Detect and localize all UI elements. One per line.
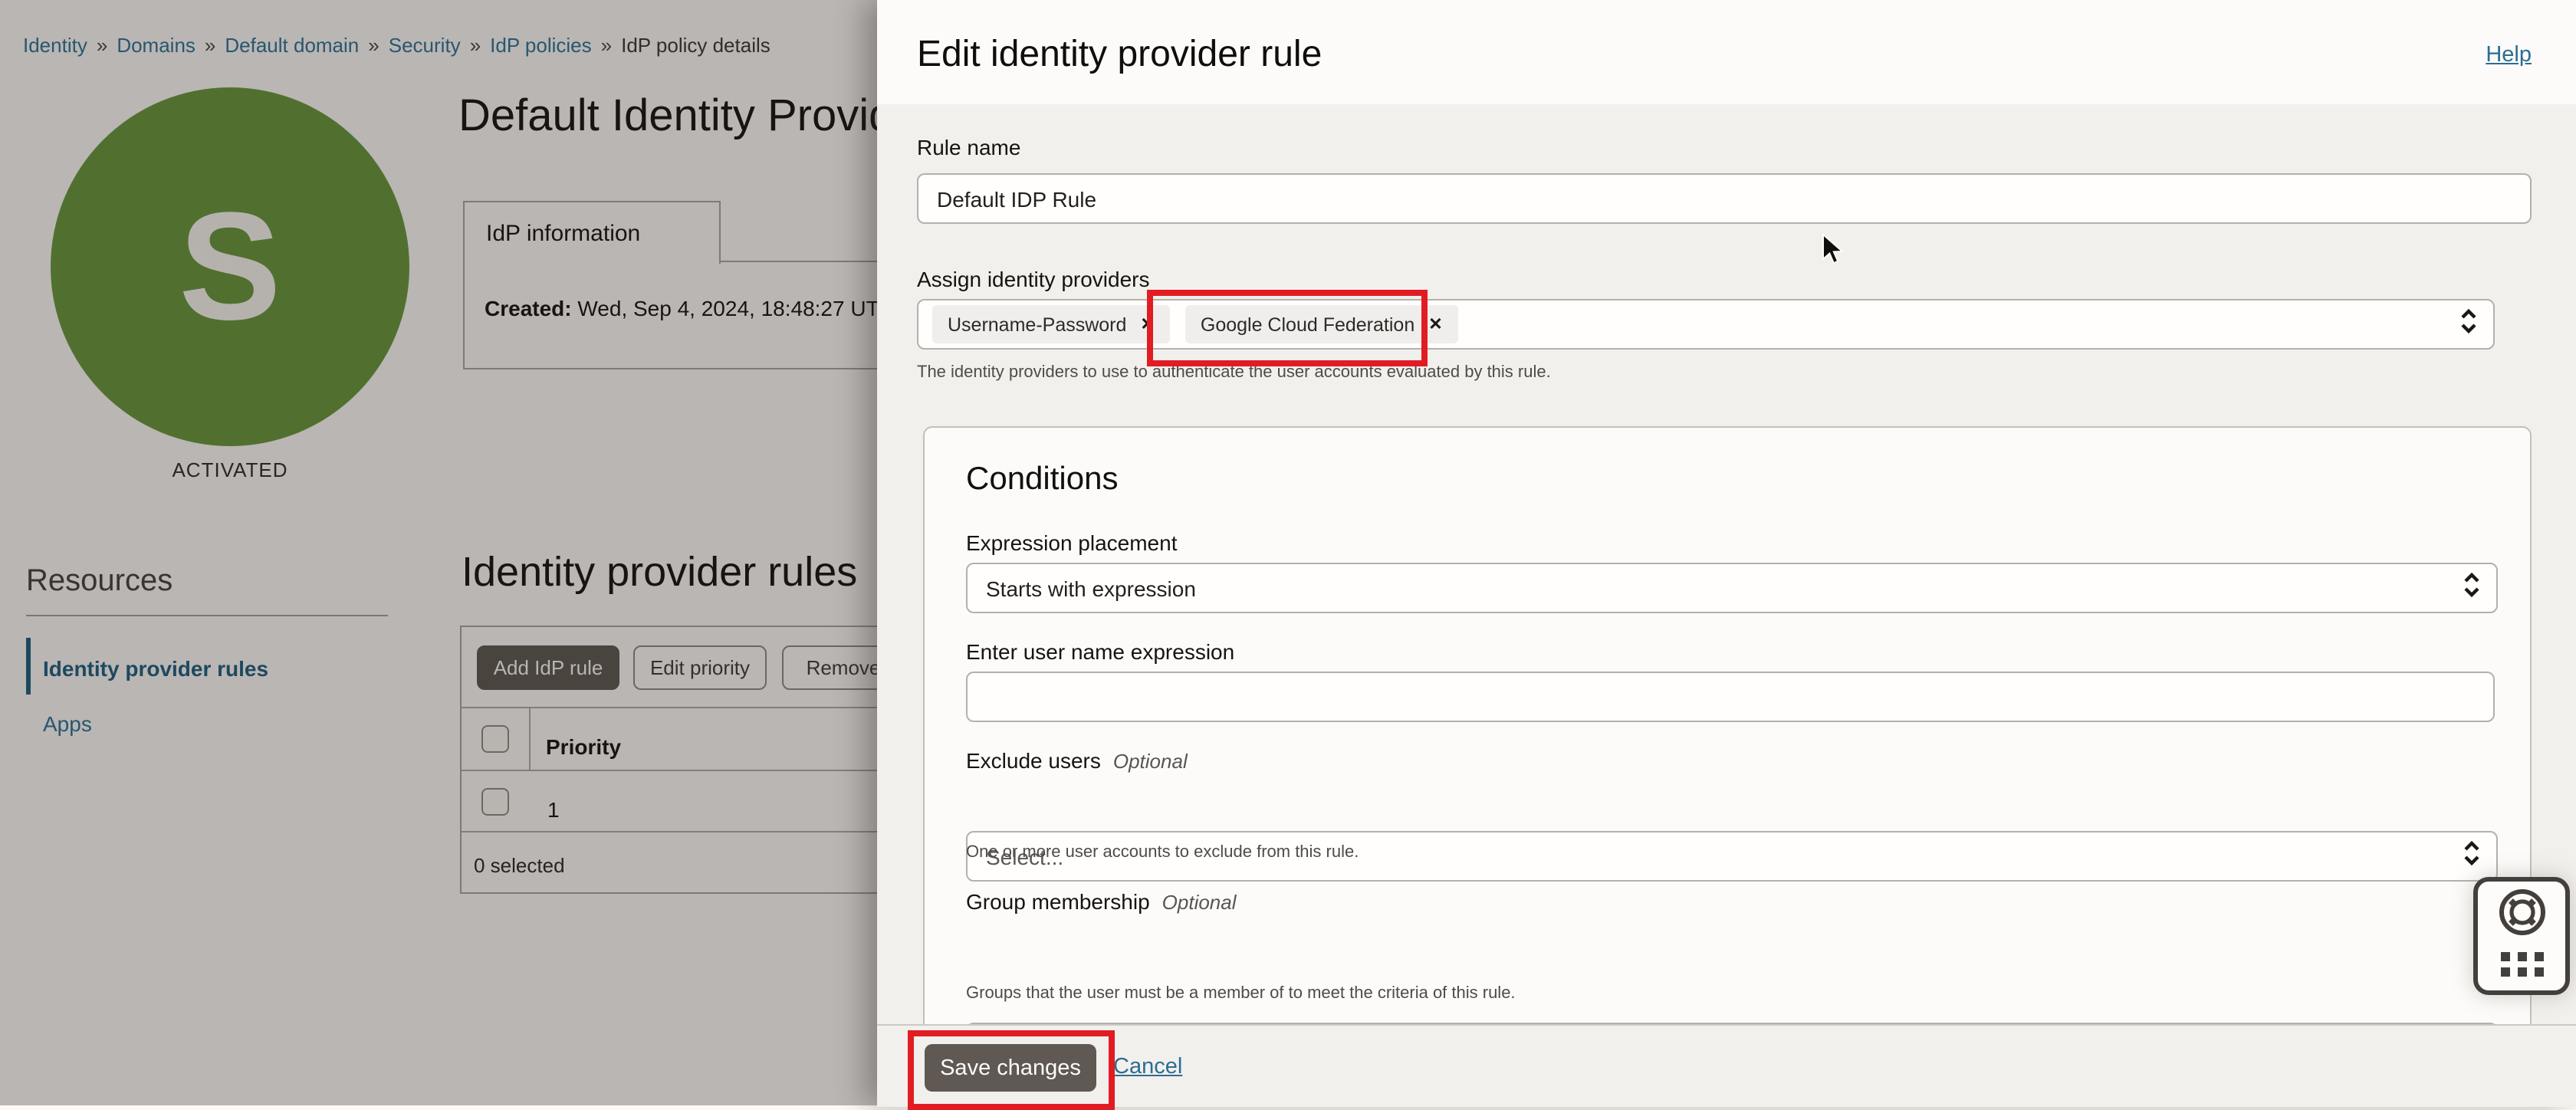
group-membership-helper: Groups that the user must be a member of… <box>966 984 1516 1003</box>
drawer-content: Rule name Assign identity providers User… <box>877 104 2576 1024</box>
select-arrows-icon[interactable] <box>2463 839 2481 873</box>
select-arrows-icon[interactable] <box>2459 307 2478 341</box>
remove-tag-icon[interactable]: ✕ <box>1140 314 1154 334</box>
select-arrows-icon[interactable] <box>2463 571 2481 605</box>
rule-name-input[interactable] <box>917 173 2532 224</box>
group-membership-label-row: Group membership Optional <box>966 889 1237 914</box>
optional-badge: Optional <box>1162 891 1237 914</box>
life-ring-icon[interactable] <box>2496 886 2548 946</box>
tag-label: Username-Password <box>948 314 1126 335</box>
drawer-footer: Save changes Cancel <box>877 1024 2576 1107</box>
conditions-heading: Conditions <box>966 461 1118 498</box>
drawer-header: Edit identity provider rule Help <box>877 0 2576 104</box>
conditions-section: Conditions Expression placement Starts w… <box>923 426 2532 1024</box>
exclude-users-label-row: Exclude users Optional <box>966 748 1188 773</box>
assign-idp-label: Assign identity providers <box>917 267 1150 291</box>
username-expression-input[interactable] <box>966 672 2495 722</box>
group-membership-label: Group membership <box>966 889 1150 914</box>
remove-tag-icon[interactable]: ✕ <box>1428 314 1442 334</box>
assign-idp-helper: The identity providers to use to authent… <box>917 363 1551 382</box>
drawer-title: Edit identity provider rule <box>917 34 1322 77</box>
mouse-cursor <box>1822 233 1845 274</box>
tag-label: Google Cloud Federation <box>1201 314 1414 335</box>
tag-google-cloud-federation[interactable]: Google Cloud Federation ✕ <box>1185 305 1458 343</box>
exclude-users-helper: One or more user accounts to exclude fro… <box>966 843 1359 862</box>
assign-idp-select[interactable]: Username-Password ✕ Google Cloud Federat… <box>917 299 2495 350</box>
tag-username-password[interactable]: Username-Password ✕ <box>932 305 1170 343</box>
help-widget[interactable] <box>2473 877 2570 995</box>
username-expression-label: Enter user name expression <box>966 639 1234 664</box>
optional-badge: Optional <box>1113 750 1188 773</box>
expression-placement-select[interactable]: Starts with expression <box>966 563 2498 613</box>
help-link[interactable]: Help <box>2486 43 2532 67</box>
app-grid-icon[interactable] <box>2499 951 2545 986</box>
rule-name-label: Rule name <box>917 135 1020 159</box>
expression-placement-value: Starts with expression <box>968 576 1196 600</box>
expression-placement-label: Expression placement <box>966 530 1178 555</box>
cancel-link[interactable]: Cancel <box>1113 1055 1182 1079</box>
save-changes-button[interactable]: Save changes <box>925 1044 1096 1092</box>
exclude-users-label: Exclude users <box>966 748 1101 773</box>
edit-rule-drawer: Edit identity provider rule Help Rule na… <box>877 0 2576 1105</box>
